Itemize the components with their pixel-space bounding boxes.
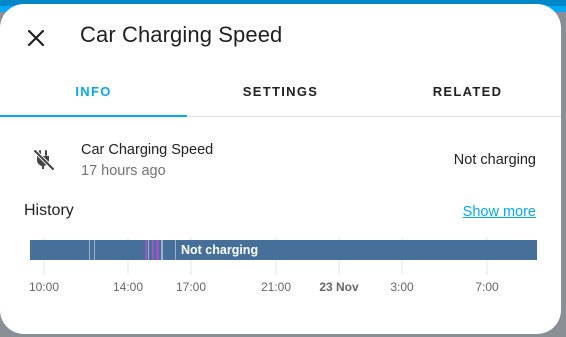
- entity-last-changed: 17 hours ago: [81, 163, 166, 179]
- tab-bar: INFO SETTINGS RELATED: [0, 68, 561, 117]
- timeline-state-bar[interactable]: [30, 240, 537, 260]
- history-timeline: Not charging 10:00 14:00 17:00 21:00 23 …: [0, 229, 561, 309]
- axis-tick-label-date: 23 Nov: [319, 280, 359, 294]
- tab-related[interactable]: RELATED: [374, 68, 561, 116]
- axis-tick-label: 10:00: [29, 280, 59, 294]
- entity-row: Car Charging Speed 17 hours ago Not char…: [0, 134, 561, 182]
- show-more-link[interactable]: Show more: [463, 204, 536, 220]
- close-button[interactable]: [22, 24, 50, 52]
- timeline-axis: 10:00 14:00 17:00 21:00 23 Nov 3:00 7:00: [29, 280, 499, 294]
- timeline-segment-light[interactable]: [89, 240, 90, 260]
- ev-plug-off-icon: [32, 148, 56, 172]
- timeline-segment-purple[interactable]: [152, 240, 154, 260]
- timeline-segment-light[interactable]: [175, 240, 176, 260]
- entity-name: Car Charging Speed: [81, 142, 214, 158]
- more-info-dialog: Car Charging Speed INFO SETTINGS RELATED…: [0, 4, 561, 334]
- timeline-segment-light[interactable]: [148, 240, 149, 260]
- timeline-chart: Not charging 10:00 14:00 17:00 21:00 23 …: [29, 237, 537, 294]
- axis-tick-label: 3:00: [390, 280, 414, 294]
- timeline-segment-light[interactable]: [94, 240, 95, 260]
- axis-tick-label: 17:00: [176, 280, 206, 294]
- dialog-title: Car Charging Speed: [80, 22, 283, 47]
- dialog-header: Car Charging Speed: [0, 4, 561, 68]
- tab-info[interactable]: INFO: [0, 68, 187, 117]
- history-heading: History: [24, 202, 74, 219]
- axis-tick-label: 7:00: [475, 280, 499, 294]
- entity-state: Not charging: [453, 152, 536, 168]
- axis-tick-label: 21:00: [261, 280, 291, 294]
- timeline-segment-purple[interactable]: [156, 240, 159, 260]
- axis-tick-label: 14:00: [113, 280, 143, 294]
- timeline-segment-light[interactable]: [161, 240, 163, 260]
- timeline-bar-label: Not charging: [181, 243, 258, 257]
- timeline-segment-purple[interactable]: [145, 240, 147, 260]
- tab-settings[interactable]: SETTINGS: [187, 68, 374, 116]
- close-icon: [27, 29, 45, 47]
